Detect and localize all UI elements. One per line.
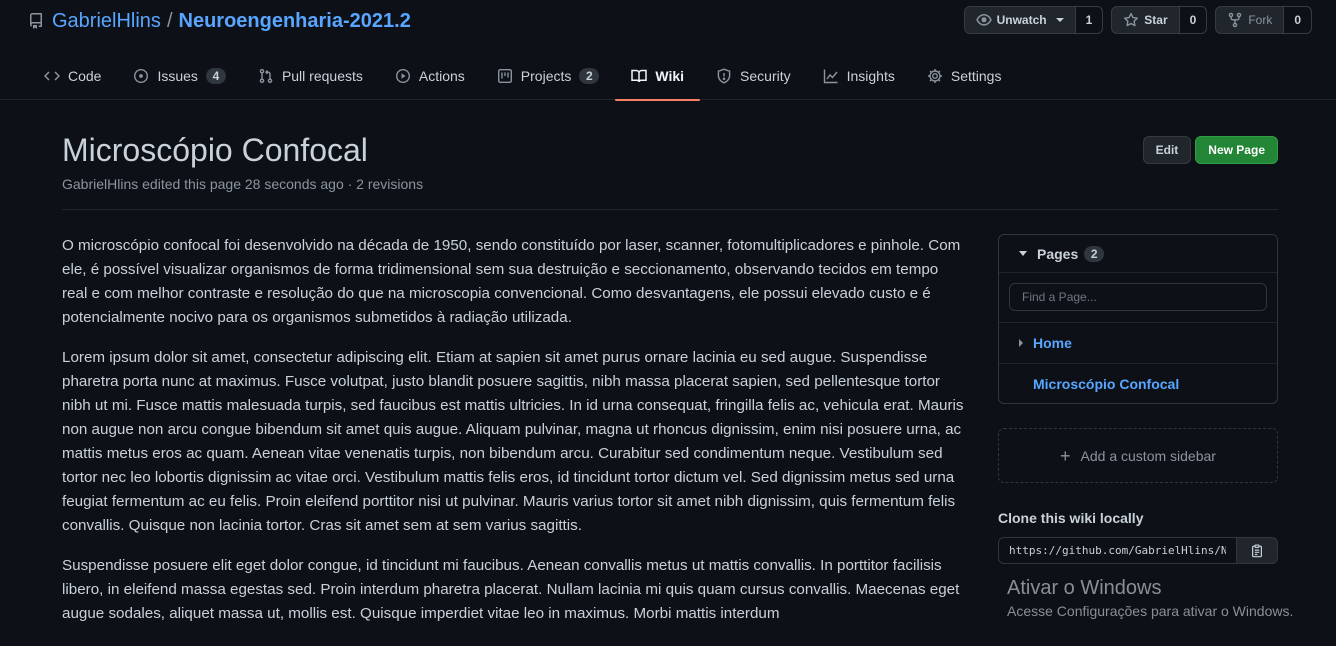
tab-issues[interactable]: Issues 4 [117, 52, 241, 100]
gear-icon [927, 68, 943, 84]
fork-button[interactable]: Fork [1215, 6, 1285, 34]
tab-settings-label: Settings [950, 68, 1002, 84]
pages-panel: Pages 2 Home Microscópio Confocal [998, 234, 1278, 404]
triangle-down-icon [1019, 251, 1027, 256]
shield-icon [716, 68, 732, 84]
add-custom-sidebar-button[interactable]: + Add a custom sidebar [998, 428, 1278, 483]
repo-icon [28, 13, 44, 29]
tab-code[interactable]: Code [28, 52, 117, 100]
repo-title: GabrielHlins / Neuroengenharia-2021.2 [28, 8, 411, 34]
wiki-actions: Edit New Page [1142, 136, 1278, 164]
wiki-content: O microscópio confocal foi desenvolvido … [62, 234, 966, 642]
paragraph: Suspendisse posuere elit eget dolor cong… [62, 557, 960, 622]
pull-request-icon [258, 68, 274, 84]
copy-clipboard-button[interactable] [1237, 537, 1278, 564]
tab-issues-label: Issues [157, 68, 198, 84]
plus-icon: + [1060, 445, 1071, 466]
tab-insights[interactable]: Insights [807, 52, 911, 100]
unwatch-button[interactable]: Unwatch [963, 6, 1076, 34]
unwatch-label: Unwatch [996, 13, 1047, 27]
issue-icon [133, 68, 149, 84]
tab-insights-label: Insights [846, 68, 895, 84]
page-title: Microscópio Confocal [62, 132, 368, 168]
page-link[interactable]: Microscópio Confocal [1033, 376, 1179, 392]
page-meta: GabrielHlins edited this page 28 seconds… [62, 176, 424, 192]
star-button[interactable]: Star [1111, 6, 1180, 34]
clone-url-group [998, 537, 1278, 564]
tab-security[interactable]: Security [700, 52, 807, 100]
page-link[interactable]: Home [1033, 335, 1072, 351]
issues-count-badge: 4 [205, 68, 226, 84]
watch-count[interactable]: 1 [1075, 6, 1104, 34]
star-count[interactable]: 0 [1179, 6, 1208, 34]
watch-group: Unwatch 1 [963, 6, 1104, 34]
repo-actions: Unwatch 1 Star 0 Fork 0 [963, 6, 1312, 34]
title-divider [62, 209, 1278, 210]
repo-nav: Code Issues 4 Pull requests Actions Proj… [28, 52, 1018, 101]
pages-count-badge: 2 [1084, 245, 1105, 262]
tab-wiki[interactable]: Wiki [615, 52, 700, 101]
projects-count-badge: 2 [579, 68, 600, 84]
tab-projects-label: Projects [520, 68, 572, 84]
graph-icon [823, 68, 839, 84]
paragraph: O microscópio confocal foi desenvolvido … [62, 237, 961, 326]
book-icon [631, 68, 648, 84]
tab-actions-label: Actions [418, 68, 465, 84]
clipboard-icon [1250, 543, 1264, 558]
eye-icon [975, 12, 992, 28]
repo-separator: / [166, 9, 173, 32]
tab-code-label: Code [68, 68, 102, 84]
code-icon [44, 68, 60, 84]
windows-activation-watermark: Ativar o Windows Acesse Configurações pa… [1007, 576, 1293, 621]
star-icon [1123, 12, 1139, 28]
new-page-button[interactable]: New Page [1195, 136, 1278, 164]
edit-button[interactable]: Edit [1142, 136, 1192, 164]
fork-icon [1227, 12, 1243, 28]
fork-group: Fork 0 [1215, 6, 1312, 34]
tab-wiki-label: Wiki [655, 68, 685, 84]
star-group: Star 0 [1111, 6, 1208, 34]
find-page-input[interactable] [1009, 283, 1267, 311]
clone-title: Clone this wiki locally [998, 510, 1144, 526]
find-page-wrapper [999, 273, 1277, 323]
clone-url-input[interactable] [998, 537, 1237, 564]
repo-owner-link[interactable]: GabrielHlins [52, 10, 161, 33]
tab-settings[interactable]: Settings [911, 52, 1018, 100]
activation-title: Ativar o Windows [1007, 577, 1162, 599]
chevron-down-icon [1055, 18, 1064, 22]
page-item-microscopio-confocal[interactable]: Microscópio Confocal [999, 363, 1277, 403]
pages-toggle[interactable]: Pages 2 [999, 235, 1277, 273]
activation-subtitle: Acesse Configurações para ativar o Windo… [1007, 603, 1294, 619]
repo-header: GabrielHlins / Neuroengenharia-2021.2 Un… [0, 0, 1336, 101]
tab-projects[interactable]: Projects 2 [481, 52, 616, 100]
page-item-home[interactable]: Home [999, 323, 1277, 363]
add-custom-sidebar-label: Add a custom sidebar [1080, 447, 1216, 464]
tab-pull-requests-label: Pull requests [281, 68, 363, 84]
fork-label: Fork [1248, 13, 1273, 27]
project-icon [497, 68, 513, 84]
fork-count[interactable]: 0 [1284, 6, 1312, 34]
tab-actions[interactable]: Actions [379, 52, 481, 100]
triangle-right-icon[interactable] [1019, 339, 1023, 347]
tab-pull-requests[interactable]: Pull requests [242, 52, 379, 100]
paragraph: Lorem ipsum dolor sit amet, consectetur … [62, 349, 964, 534]
play-icon [395, 68, 411, 84]
star-label: Star [1144, 13, 1168, 27]
tab-security-label: Security [740, 68, 791, 84]
pages-label: Pages [1037, 245, 1079, 262]
repo-name-link[interactable]: Neuroengenharia-2021.2 [179, 10, 411, 33]
